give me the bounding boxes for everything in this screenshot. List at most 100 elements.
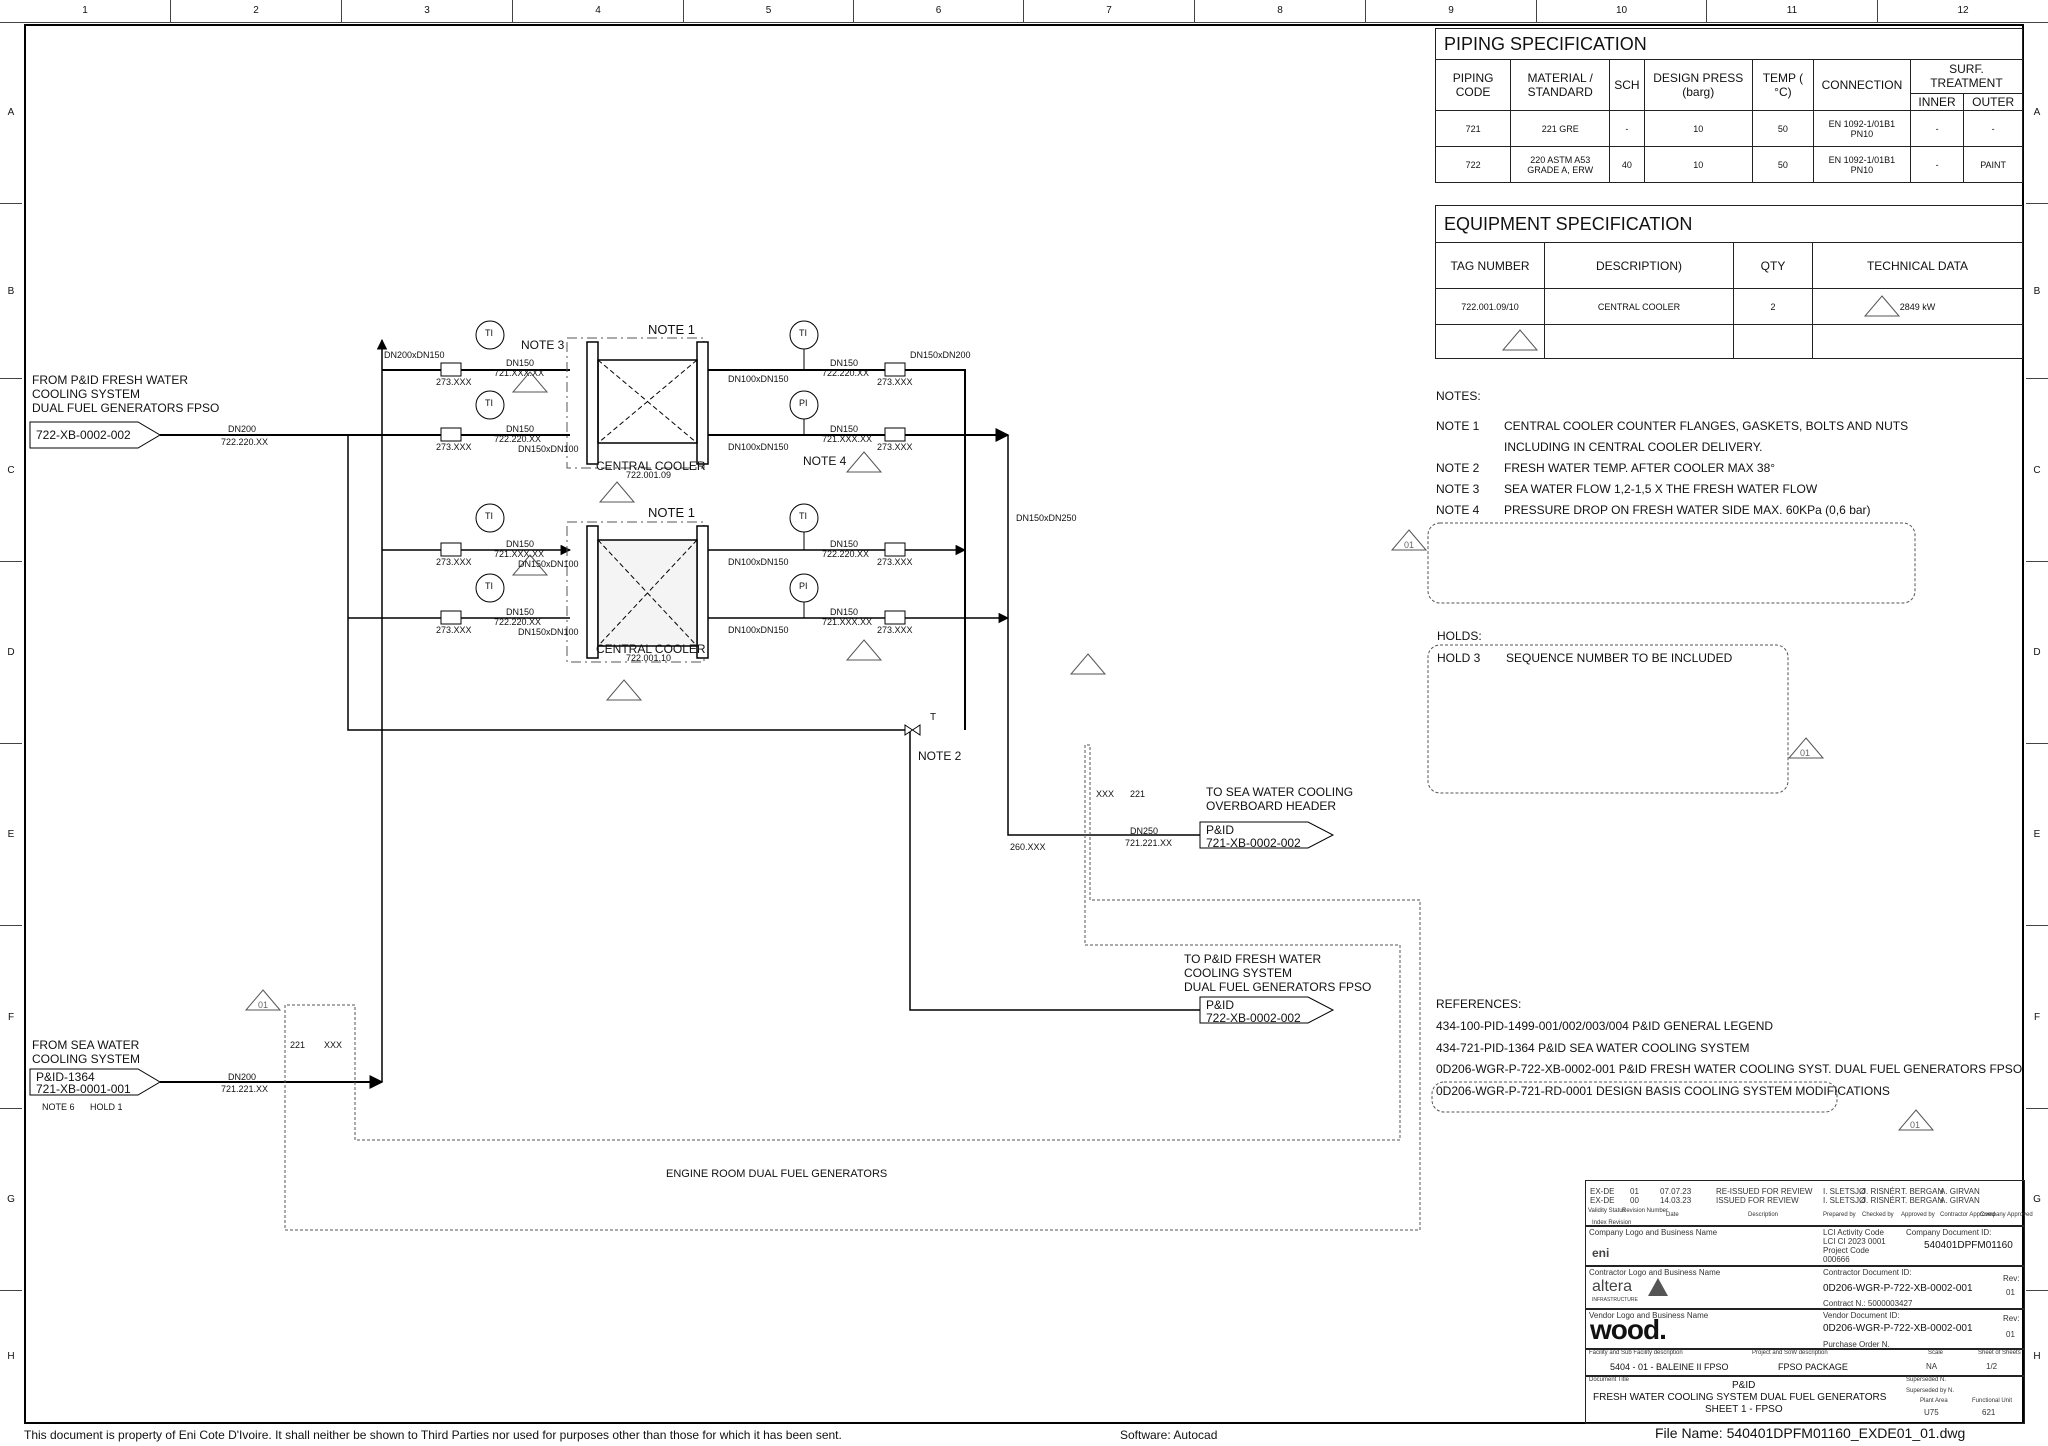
revision-marker: 01 (1800, 748, 1811, 758)
lci-label: LCI Activity Code (1823, 1228, 1884, 1237)
line-dn250-out: DN250 (1130, 826, 1159, 836)
reducer-100-150-d: DN100xDN150 (728, 625, 789, 635)
valve-tag-8[interactable]: 273.XXX (877, 625, 913, 635)
from-sw-label-1: FROM SEA WATER (32, 1038, 140, 1052)
rev-hdr-date: Date (1666, 1212, 1679, 1218)
note-text-2: FRESH WATER TEMP. AFTER COOLER MAX 38° (1504, 461, 1776, 475)
check-valve-tag[interactable]: 260.XXX (1010, 842, 1046, 852)
ti-4[interactable]: TI (485, 581, 493, 591)
cooler-1-tag[interactable]: 722.001.09 (626, 470, 671, 480)
from-sw-hold: HOLD 1 (90, 1102, 123, 1112)
scale-value: NA (1926, 1362, 1938, 1371)
cooler-2-tag[interactable]: 722.001.10 (626, 653, 671, 663)
revision-marker: 01 (258, 1000, 269, 1010)
superseded-label: Superseded N. (1906, 1377, 1947, 1383)
line-722-220-fw-in: 722.220.XX (221, 437, 269, 447)
valve-tag-2[interactable]: 273.XXX (436, 442, 472, 452)
cell-code: 721 (1434, 110, 1512, 147)
note-text-3: SEA WATER FLOW 1,2-1,5 X THE FRESH WATER… (1504, 482, 1818, 496)
rev-row2-approved: T. BERGAN (1901, 1196, 1944, 1205)
sheet-value: 1/2 (1986, 1362, 1998, 1371)
facility-label: Facility and Sub Facility description (1589, 1350, 1683, 1356)
holds-title: HOLDS: (1437, 629, 1482, 643)
col-tag-number: TAG NUMBER (1435, 242, 1545, 289)
valve-tag-1[interactable]: 273.XXX (436, 377, 472, 387)
note-text-1: CENTRAL COOLER COUNTER FLANGES, GASKETS,… (1504, 419, 1909, 433)
hold-text-3: SEQUENCE NUMBER TO BE INCLUDED (1506, 651, 1733, 665)
plant-area-value: U75 (1924, 1408, 1939, 1417)
rev-row2-checked: J. RISNÉR (1862, 1196, 1901, 1205)
valve-tag-7[interactable]: 273.XXX (877, 557, 913, 567)
to-sw-connector-ref2[interactable]: 721-XB-0002-002 (1206, 836, 1301, 850)
rev-row1-prepared: I. SLETSJØ (1823, 1187, 1866, 1196)
contractor-doc-id: 0D206-WGR-P-722-XB-0002-001 (1823, 1283, 1973, 1294)
ti-1[interactable]: TI (485, 328, 493, 338)
valve-tag-6[interactable]: 273.XXX (877, 442, 913, 452)
to-fw-connector-ref1[interactable]: P&ID (1206, 998, 1234, 1012)
vendor-doc-id: 0D206-WGR-P-722-XB-0002-001 (1823, 1323, 1973, 1334)
cell-press: 10 (1643, 146, 1753, 183)
line-dn150-b: DN150 (506, 424, 535, 434)
valve-tag-5[interactable]: 273.XXX (877, 377, 913, 387)
cell-qty: 2 (1733, 288, 1813, 325)
cell-material: 220 ASTM A53 GRADE A, ERW (1510, 146, 1611, 183)
references-title: REFERENCES: (1436, 997, 1522, 1011)
equipment-spec-title: EQUIPMENT SPECIFICATION (1435, 205, 2023, 243)
engine-room-label: ENGINE ROOM DUAL FUEL GENERATORS (666, 1168, 888, 1180)
note2-label: NOTE 2 (918, 749, 962, 763)
cell-sch: - (1609, 110, 1645, 147)
ti-6[interactable]: TI (799, 511, 807, 521)
rev-row2-rev: 00 (1630, 1196, 1639, 1205)
note3-label: NOTE 3 (521, 338, 565, 352)
cell-empty (1733, 324, 1813, 359)
contractor-logo-sub: INFRASTRUCTURE (1592, 1297, 1638, 1303)
sheet-label: Sheet of Sheets (1978, 1350, 2021, 1356)
scale-label: Scale (1928, 1350, 1944, 1356)
table-row: 722.001.09/10 CENTRAL COOLER 2 2849 kW (1435, 288, 2023, 325)
pipe-fw-return (909, 730, 1200, 1011)
from-fw-connector-ref[interactable]: 722-XB-0002-002 (36, 428, 131, 442)
from-fw-label-2: COOLING SYSTEM (32, 387, 141, 401)
ti-3[interactable]: TI (485, 511, 493, 521)
to-sw-connector-ref1[interactable]: P&ID (1206, 823, 1234, 837)
line-dn200-fw-in: DN200 (228, 424, 257, 434)
to-sw-label-1: TO SEA WATER COOLING (1206, 785, 1354, 799)
reducer-100-150-b: DN100xDN150 (728, 442, 789, 452)
ti-2[interactable]: TI (485, 398, 493, 408)
col-description: DESCRIPTION) (1544, 242, 1734, 289)
company-logo-label: Company Logo and Business Name (1589, 1228, 1718, 1237)
ti-5[interactable]: TI (799, 328, 807, 338)
reference-2: 434-721-PID-1364 P&ID SEA WATER COOLING … (1436, 1041, 1750, 1055)
pipe-sw-return-vertical (1007, 435, 1200, 836)
contractor-doc-label: Contractor Document ID: (1823, 1268, 1912, 1277)
project-value: FPSO PACKAGE (1778, 1362, 1848, 1372)
rev-row1-approved: T. BERGAN (1901, 1187, 1944, 1196)
from-sw-connector-ref2[interactable]: 721-XB-0001-001 (36, 1082, 131, 1096)
project-code: 000666 (1823, 1255, 1850, 1264)
rev-hdr-checked: Checked by (1862, 1212, 1894, 1218)
col-design-press: DESIGN PRESS (barg) (1643, 59, 1753, 111)
footer-file-name: File Name: 540401DPFM01160_EXDE01_01.dwg (1655, 1425, 1966, 1441)
contractor-logo: altera (1592, 1278, 1633, 1295)
reducer-150-200: DN150xDN200 (910, 350, 971, 360)
rev-row2-status: EX-DE (1590, 1196, 1615, 1205)
from-fw-label-1: FROM P&ID FRESH WATER (32, 373, 188, 387)
line-dn150-a: DN150 (506, 358, 535, 368)
revision-marker: 01 (1404, 540, 1415, 550)
valve-tag-4[interactable]: 273.XXX (436, 625, 472, 635)
facility-value: 5404 - 01 - BALEINE II FPSO (1610, 1362, 1729, 1372)
table-row: 722 220 ASTM A53 GRADE A, ERW 40 10 50 E… (1434, 146, 2023, 183)
pi-2[interactable]: PI (799, 581, 808, 591)
to-fw-connector-ref2[interactable]: 722-XB-0002-002 (1206, 1011, 1301, 1025)
line-dn150-h: DN150 (830, 607, 859, 617)
pi-1[interactable]: PI (799, 398, 808, 408)
cell-outer: PAINT (1963, 146, 2023, 183)
line-721-xxx-f: 721.XXX.XX (822, 434, 873, 444)
reducer-150-100-b: DN150xDN100 (518, 559, 579, 569)
contract-number: Contract N.: 5000003427 (1823, 1299, 1913, 1308)
valve-tag-3[interactable]: 273.XXX (436, 557, 472, 567)
to-sw-label-2: OVERBOARD HEADER (1206, 799, 1337, 813)
plant-area-label: Plant Area (1920, 1398, 1948, 1404)
to-fw-label-3: DUAL FUEL GENERATORS FPSO (1184, 980, 1372, 994)
revision-marker: 01 (1910, 1120, 1921, 1130)
